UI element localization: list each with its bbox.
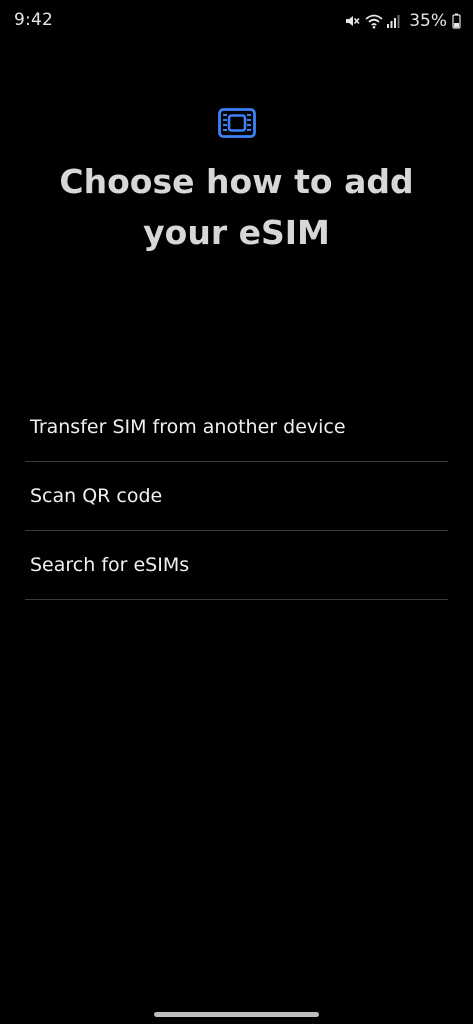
status-time: 9:42 — [14, 10, 53, 30]
option-label: Search for eSIMs — [30, 554, 190, 576]
transfer-sim-option[interactable]: Transfer SIM from another device — [25, 393, 448, 462]
page-title: Choose how to add your eSIM — [59, 162, 414, 252]
sim-card-icon — [218, 108, 256, 138]
mute-icon — [344, 13, 360, 29]
status-bar: 9:42 35% — [0, 0, 473, 44]
search-for-esims-option[interactable]: Search for eSIMs — [25, 531, 448, 600]
wifi-icon — [365, 13, 383, 29]
battery-percent: 35% — [409, 11, 447, 31]
navigation-handle[interactable] — [154, 1012, 319, 1017]
status-icons: 35% — [344, 11, 461, 31]
scan-qr-code-option[interactable]: Scan QR code — [25, 462, 448, 531]
signal-icon — [386, 13, 402, 29]
battery-icon — [452, 13, 461, 29]
option-label: Transfer SIM from another device — [30, 416, 346, 438]
option-label: Scan QR code — [30, 485, 163, 507]
add-esim-options-list: Transfer SIM from another device Scan QR… — [25, 393, 448, 600]
